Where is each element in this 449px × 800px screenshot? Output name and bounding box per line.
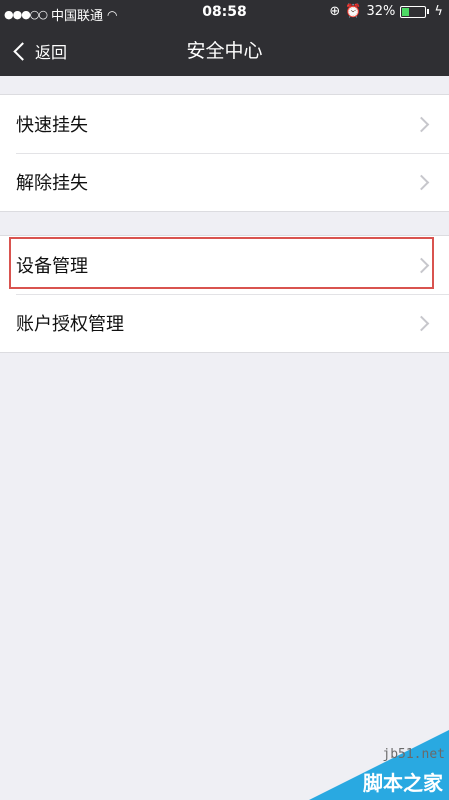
watermark-name: 脚本之家	[363, 771, 443, 795]
watermark-url: jb51.net	[382, 747, 445, 762]
settings-group-loss: 快速挂失 解除挂失	[0, 94, 449, 212]
menu-item-label: 快速挂失	[16, 115, 88, 136]
status-bar: ●●●○○ 中国联通 ◠ 08:58 ⊕ ⏰ 32% ϟ	[0, 0, 449, 26]
menu-item-account-authorization[interactable]: 账户授权管理	[0, 294, 449, 352]
alarm-icon: ⏰	[345, 4, 362, 19]
status-right: ⊕ ⏰ 32% ϟ	[329, 4, 443, 19]
charging-icon: ϟ	[434, 4, 443, 19]
orientation-lock-icon: ⊕	[329, 4, 341, 19]
battery-level	[402, 7, 410, 16]
watermark: jb51.net 脚本之家	[299, 730, 449, 800]
menu-item-label: 解除挂失	[16, 173, 88, 194]
page-title: 安全中心	[186, 40, 263, 62]
menu-item-quick-report-loss[interactable]: 快速挂失	[0, 95, 449, 153]
battery-nub	[427, 9, 430, 14]
battery-percent: 32%	[366, 4, 396, 19]
chevron-right-icon	[413, 257, 430, 274]
chevron-right-icon	[413, 116, 430, 133]
menu-item-cancel-report-loss[interactable]: 解除挂失	[0, 153, 449, 211]
menu-item-label: 设备管理	[16, 256, 88, 277]
chevron-right-icon	[413, 174, 430, 191]
battery-icon	[400, 5, 427, 18]
menu-item-device-management[interactable]: 设备管理	[0, 236, 449, 294]
settings-group-devices: 设备管理 账户授权管理	[0, 235, 449, 353]
menu-item-label: 账户授权管理	[16, 314, 124, 335]
navigation-bar: 返回 安全中心	[0, 26, 449, 76]
chevron-right-icon	[413, 315, 430, 332]
